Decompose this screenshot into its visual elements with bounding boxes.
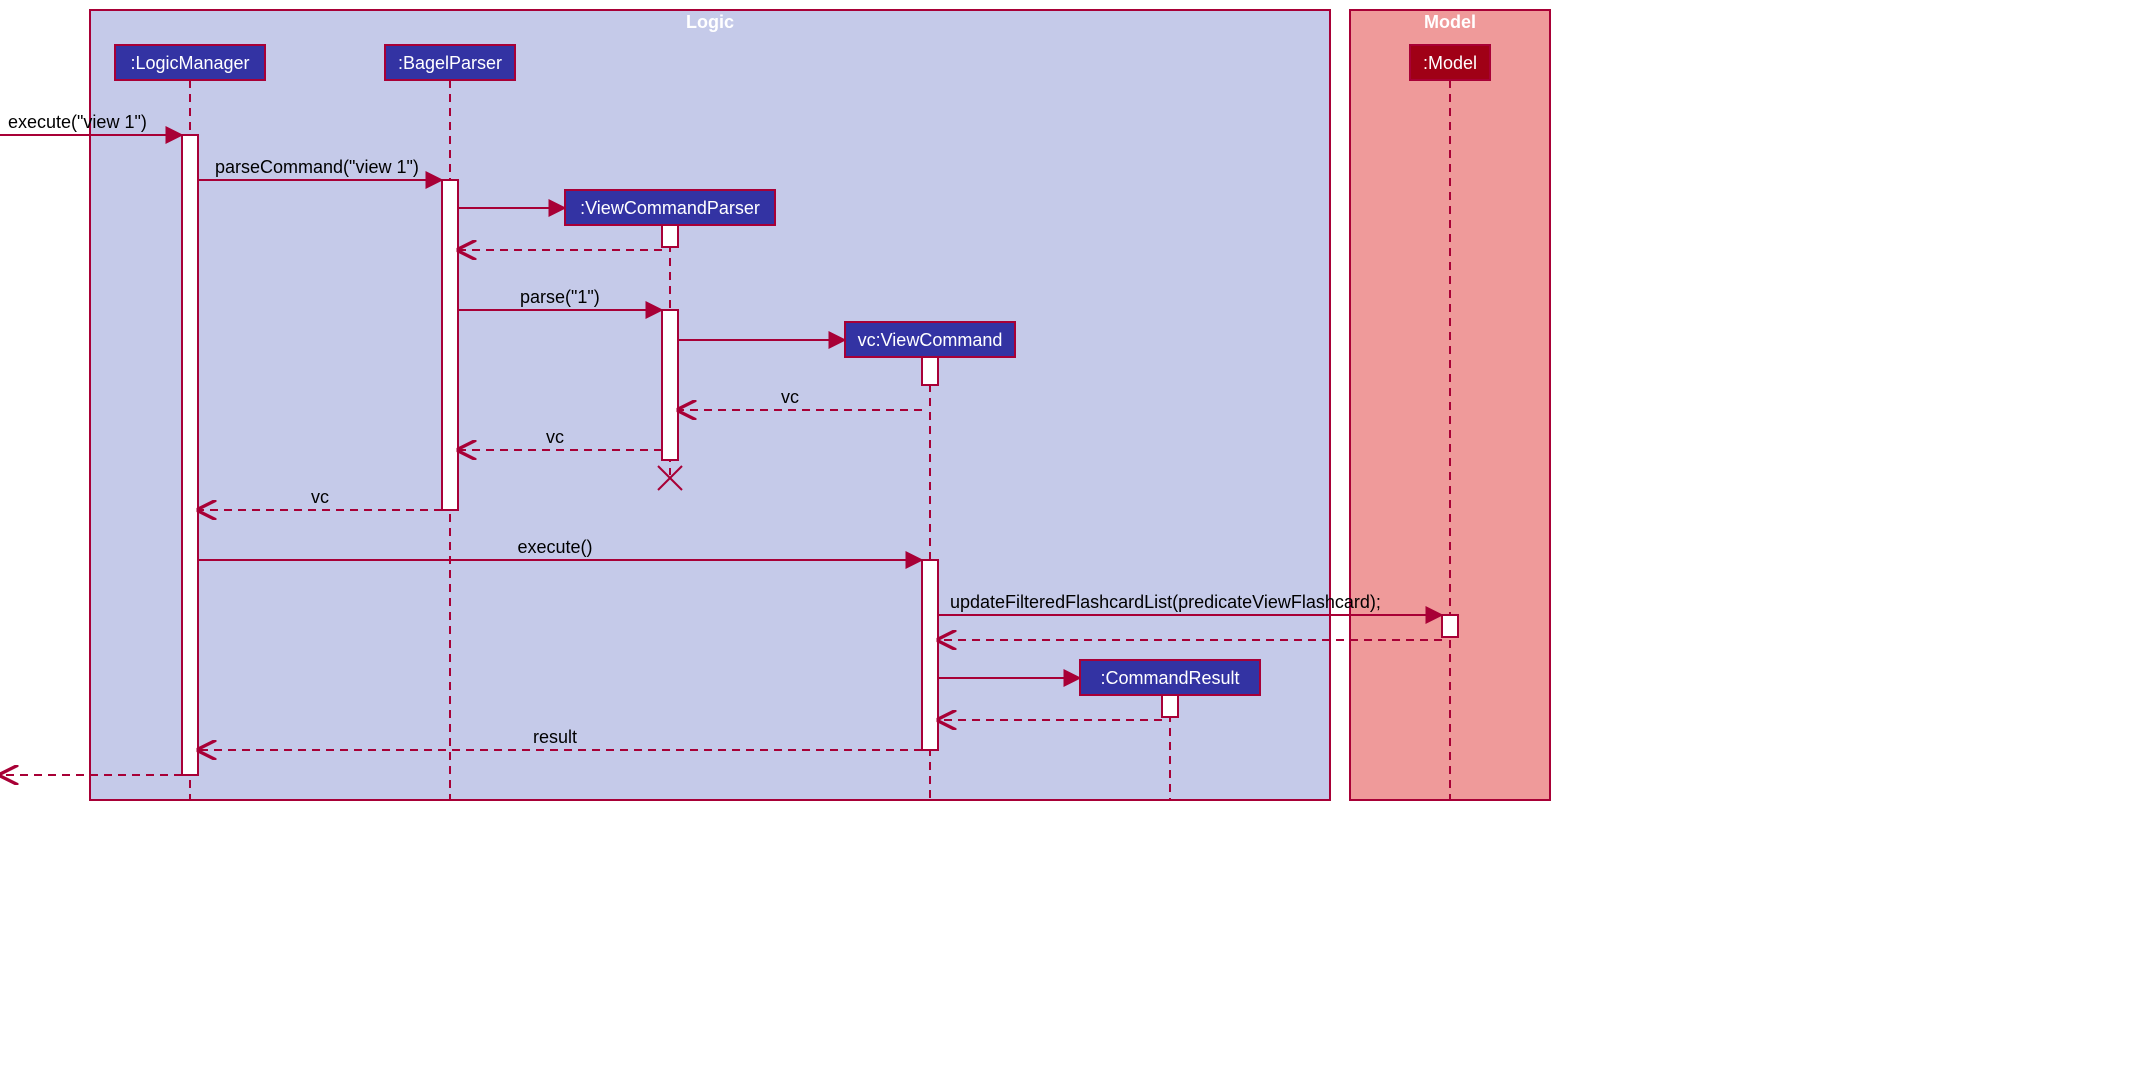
lifeline-model: :Model	[1410, 45, 1490, 80]
activation-vcp	[662, 310, 678, 460]
lifeline-command-result: :CommandResult	[1080, 660, 1260, 695]
lifeline-view-command-parser: :ViewCommandParser	[565, 190, 775, 225]
activation-bagel-parser	[442, 180, 458, 510]
return-result-label: result	[533, 727, 577, 747]
svg-text::CommandResult: :CommandResult	[1100, 668, 1239, 688]
activation-vc-ctor	[922, 357, 938, 385]
activation-cr	[1162, 695, 1178, 717]
svg-text::LogicManager: :LogicManager	[130, 53, 249, 73]
return-vc2-label: vc	[546, 427, 564, 447]
sequence-diagram: Logic Model :LogicManager :BagelParser :…	[0, 0, 1560, 820]
msg-execute-in-label: execute("view 1")	[8, 112, 147, 132]
return-vc1-label: vc	[781, 387, 799, 407]
activation-vcp-ctor	[662, 225, 678, 247]
svg-text:vc:ViewCommand: vc:ViewCommand	[858, 330, 1003, 350]
msg-update-filtered-label: updateFilteredFlashcardList(predicateVie…	[950, 592, 1381, 612]
msg-execute-label: execute()	[517, 537, 592, 557]
svg-text::BagelParser: :BagelParser	[398, 53, 502, 73]
svg-text::Model: :Model	[1423, 53, 1477, 73]
activation-vc-exec	[922, 560, 938, 750]
msg-parse-command-label: parseCommand("view 1")	[215, 157, 419, 177]
activation-logic-manager	[182, 135, 198, 775]
lifeline-bagel-parser: :BagelParser	[385, 45, 515, 80]
lifeline-view-command: vc:ViewCommand	[845, 322, 1015, 357]
return-vc3-label: vc	[311, 487, 329, 507]
frame-model-label: Model	[1424, 12, 1476, 32]
activation-model	[1442, 615, 1458, 637]
lifeline-logic-manager: :LogicManager	[115, 45, 265, 80]
svg-text::ViewCommandParser: :ViewCommandParser	[580, 198, 760, 218]
msg-parse-label: parse("1")	[520, 287, 600, 307]
frame-logic-label: Logic	[686, 12, 734, 32]
